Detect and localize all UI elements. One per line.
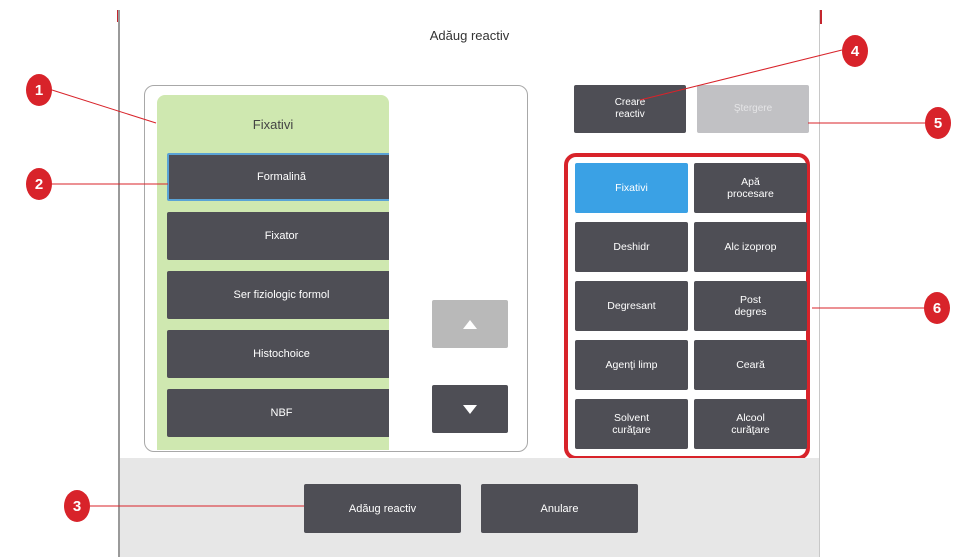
- callout-leader-lines: [51, 49, 925, 507]
- callout-5: 5: [925, 107, 951, 139]
- callout-4: 4: [842, 35, 868, 67]
- leader-line-4: [639, 49, 843, 101]
- callout-6: 6: [924, 292, 950, 324]
- callout-1: 1: [26, 74, 52, 106]
- callout-2: 2: [26, 168, 52, 200]
- leader-line-1: [51, 89, 157, 124]
- callout-3: 3: [64, 490, 90, 522]
